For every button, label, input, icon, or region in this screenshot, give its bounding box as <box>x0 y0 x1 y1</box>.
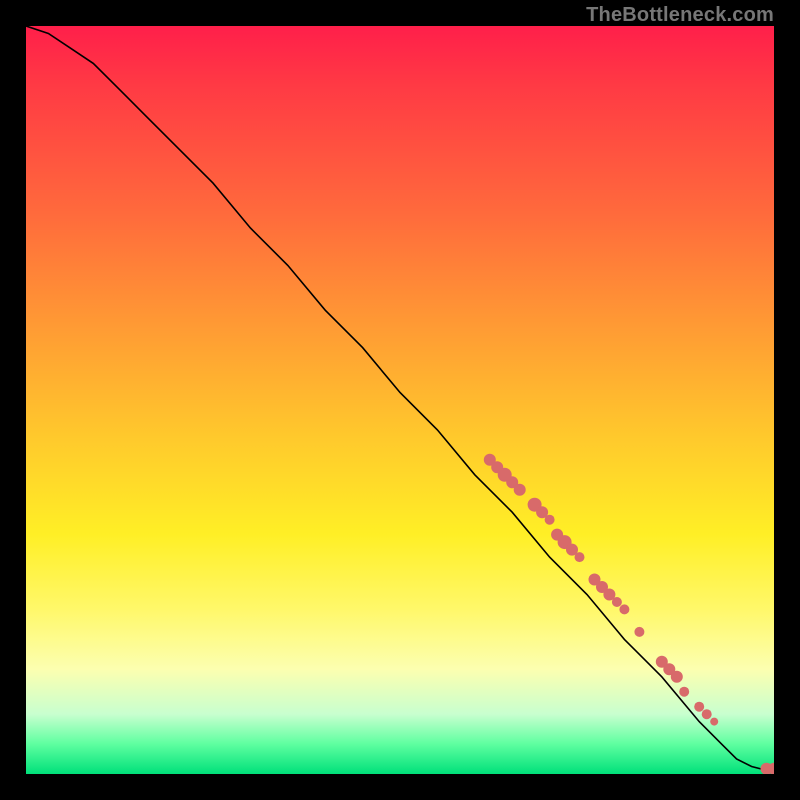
chart-frame: TheBottleneck.com <box>0 0 800 800</box>
data-marker <box>702 709 712 719</box>
data-marker <box>619 604 629 614</box>
chart-svg <box>26 26 774 774</box>
data-marker <box>545 515 555 525</box>
watermark-label: TheBottleneck.com <box>586 4 774 27</box>
data-marker <box>514 484 526 496</box>
data-marker <box>612 597 622 607</box>
marker-group <box>484 454 774 774</box>
data-marker <box>694 702 704 712</box>
data-marker <box>671 671 683 683</box>
data-marker <box>634 627 644 637</box>
plot-area <box>26 26 774 774</box>
data-marker <box>575 552 585 562</box>
data-marker <box>710 718 718 726</box>
data-marker <box>679 687 689 697</box>
